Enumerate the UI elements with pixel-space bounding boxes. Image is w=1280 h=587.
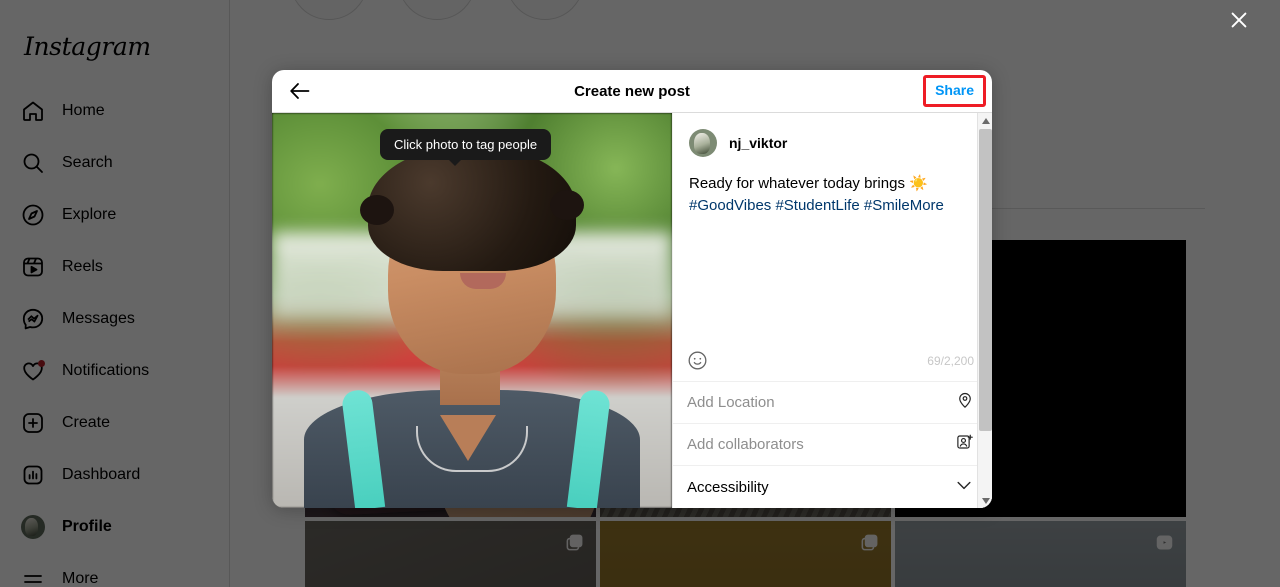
add-location-row[interactable]: Add Location bbox=[673, 382, 992, 424]
add-location-label: Add Location bbox=[687, 394, 775, 411]
modal-body: Click photo to tag people nj_viktor Read… bbox=[272, 113, 992, 508]
emoji-smiley-icon[interactable] bbox=[687, 350, 708, 371]
caption-body: Ready for whatever today brings ☀️ bbox=[689, 175, 928, 192]
accessibility-label: Accessibility bbox=[687, 478, 769, 496]
scroll-up-arrow-icon[interactable] bbox=[978, 113, 992, 128]
character-counter: 69/2,200 bbox=[927, 353, 974, 368]
share-button[interactable]: Share bbox=[923, 75, 986, 107]
caption-input[interactable]: Ready for whatever today brings ☀️ #Good… bbox=[673, 161, 992, 217]
add-collaborators-label: Add collaborators bbox=[687, 436, 804, 453]
caption-panel: nj_viktor Ready for whatever today bring… bbox=[672, 113, 992, 508]
close-icon[interactable] bbox=[1224, 5, 1254, 35]
page-title: Create new post bbox=[574, 82, 690, 100]
back-arrow-icon[interactable] bbox=[288, 79, 312, 103]
tag-people-tooltip: Click photo to tag people bbox=[380, 129, 552, 166]
username-label: nj_viktor bbox=[729, 135, 788, 151]
add-person-icon bbox=[956, 433, 974, 456]
avatar bbox=[689, 129, 717, 157]
post-photo[interactable]: Click photo to tag people bbox=[272, 113, 672, 508]
add-collaborators-row[interactable]: Add collaborators bbox=[673, 424, 992, 466]
location-pin-icon bbox=[956, 391, 974, 414]
accessibility-row[interactable]: Accessibility bbox=[673, 466, 992, 508]
create-new-post-modal: Create new post Share Click photo to tag… bbox=[272, 70, 992, 508]
caption-hashtags: #GoodVibes #StudentLife #SmileMore bbox=[689, 197, 944, 214]
caption-footer: 69/2,200 bbox=[673, 342, 992, 382]
caption-scrollbar[interactable] bbox=[977, 113, 992, 508]
scrollbar-thumb[interactable] bbox=[979, 129, 992, 431]
scroll-down-arrow-icon[interactable] bbox=[978, 493, 992, 508]
modal-header: Create new post Share bbox=[272, 70, 992, 113]
post-author: nj_viktor bbox=[673, 113, 992, 161]
share-button-label: Share bbox=[935, 82, 974, 98]
instagram-app: Instagram Home Search Exp bbox=[0, 0, 1280, 587]
chevron-down-icon bbox=[954, 475, 974, 500]
